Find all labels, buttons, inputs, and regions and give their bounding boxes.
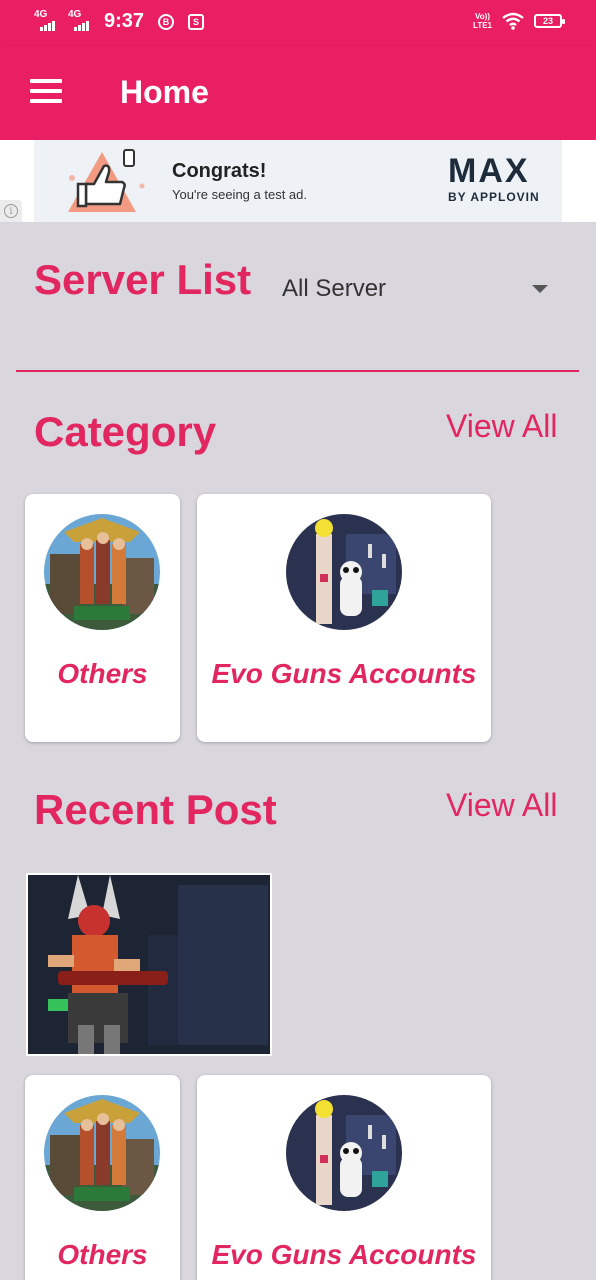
- category-view-all-link[interactable]: View All: [446, 408, 557, 445]
- divider: [16, 370, 579, 372]
- recent-label: Others: [57, 1239, 148, 1270]
- ad-title: Congrats!: [172, 160, 267, 182]
- recent-post-image[interactable]: [26, 873, 272, 1056]
- server-dropdown-value: All Server: [282, 275, 387, 302]
- category-title: Category: [34, 408, 217, 455]
- category-card-evo-guns[interactable]: Evo Guns Accounts: [197, 494, 491, 742]
- lte-label: LTE1: [473, 21, 492, 30]
- volte-label: Vo)): [475, 12, 490, 21]
- network-type-label: 4G: [68, 8, 82, 20]
- server-list-title: Server List: [34, 256, 252, 303]
- notification-b-icon: B: [158, 13, 175, 30]
- recent-label: Evo Guns Accounts: [211, 1239, 477, 1270]
- hamburger-menu-icon[interactable]: [30, 79, 62, 105]
- status-bar: 4G 4G 9:37 B S Vo)) LTE1 23: [0, 0, 596, 46]
- recent-post-title: Recent Post: [34, 786, 277, 833]
- ad-content[interactable]: Congrats! You're seeing a test ad. MAX B…: [34, 140, 562, 222]
- ad-brand-logo: MAX: [448, 152, 530, 190]
- network-type-label: 4G: [34, 8, 48, 20]
- cell-signal-icon: 4G: [34, 8, 62, 33]
- wifi-icon: [502, 12, 524, 30]
- app-bar: Home: [0, 46, 596, 140]
- category-card-others[interactable]: Others: [25, 494, 180, 742]
- recent-card-evo-guns[interactable]: Evo Guns Accounts: [197, 1075, 491, 1280]
- category-label: Evo Guns Accounts: [211, 658, 477, 689]
- volte-icon: Vo)) LTE1: [473, 12, 492, 30]
- notification-s-icon: S: [188, 13, 205, 30]
- status-time: 9:37: [104, 10, 145, 32]
- recent-card-others[interactable]: Others: [25, 1075, 180, 1280]
- ad-banner[interactable]: Congrats! You're seeing a test ad. MAX B…: [0, 140, 596, 222]
- battery-icon: 23: [534, 14, 565, 28]
- ad-subtitle: You're seeing a test ad.: [172, 187, 307, 202]
- battery-level: 23: [542, 16, 553, 26]
- recent-post-view-all-link[interactable]: View All: [446, 787, 557, 824]
- cell-signal-icon: 4G: [68, 8, 96, 33]
- thumbs-up-icon: [68, 149, 145, 212]
- chevron-down-icon: [532, 285, 548, 293]
- category-label: Others: [57, 658, 148, 689]
- page-title: Home: [120, 74, 209, 110]
- info-glyph: i: [4, 204, 18, 218]
- ad-info-icon[interactable]: i: [0, 200, 22, 222]
- category-thumbnail: [44, 514, 160, 630]
- server-dropdown[interactable]: All Server: [280, 266, 570, 312]
- recent-thumbnail: [286, 1095, 402, 1211]
- ad-brand-subtitle: BY APPLOVIN: [448, 190, 540, 204]
- recent-thumbnail: [44, 1095, 160, 1211]
- category-thumbnail: [286, 514, 402, 630]
